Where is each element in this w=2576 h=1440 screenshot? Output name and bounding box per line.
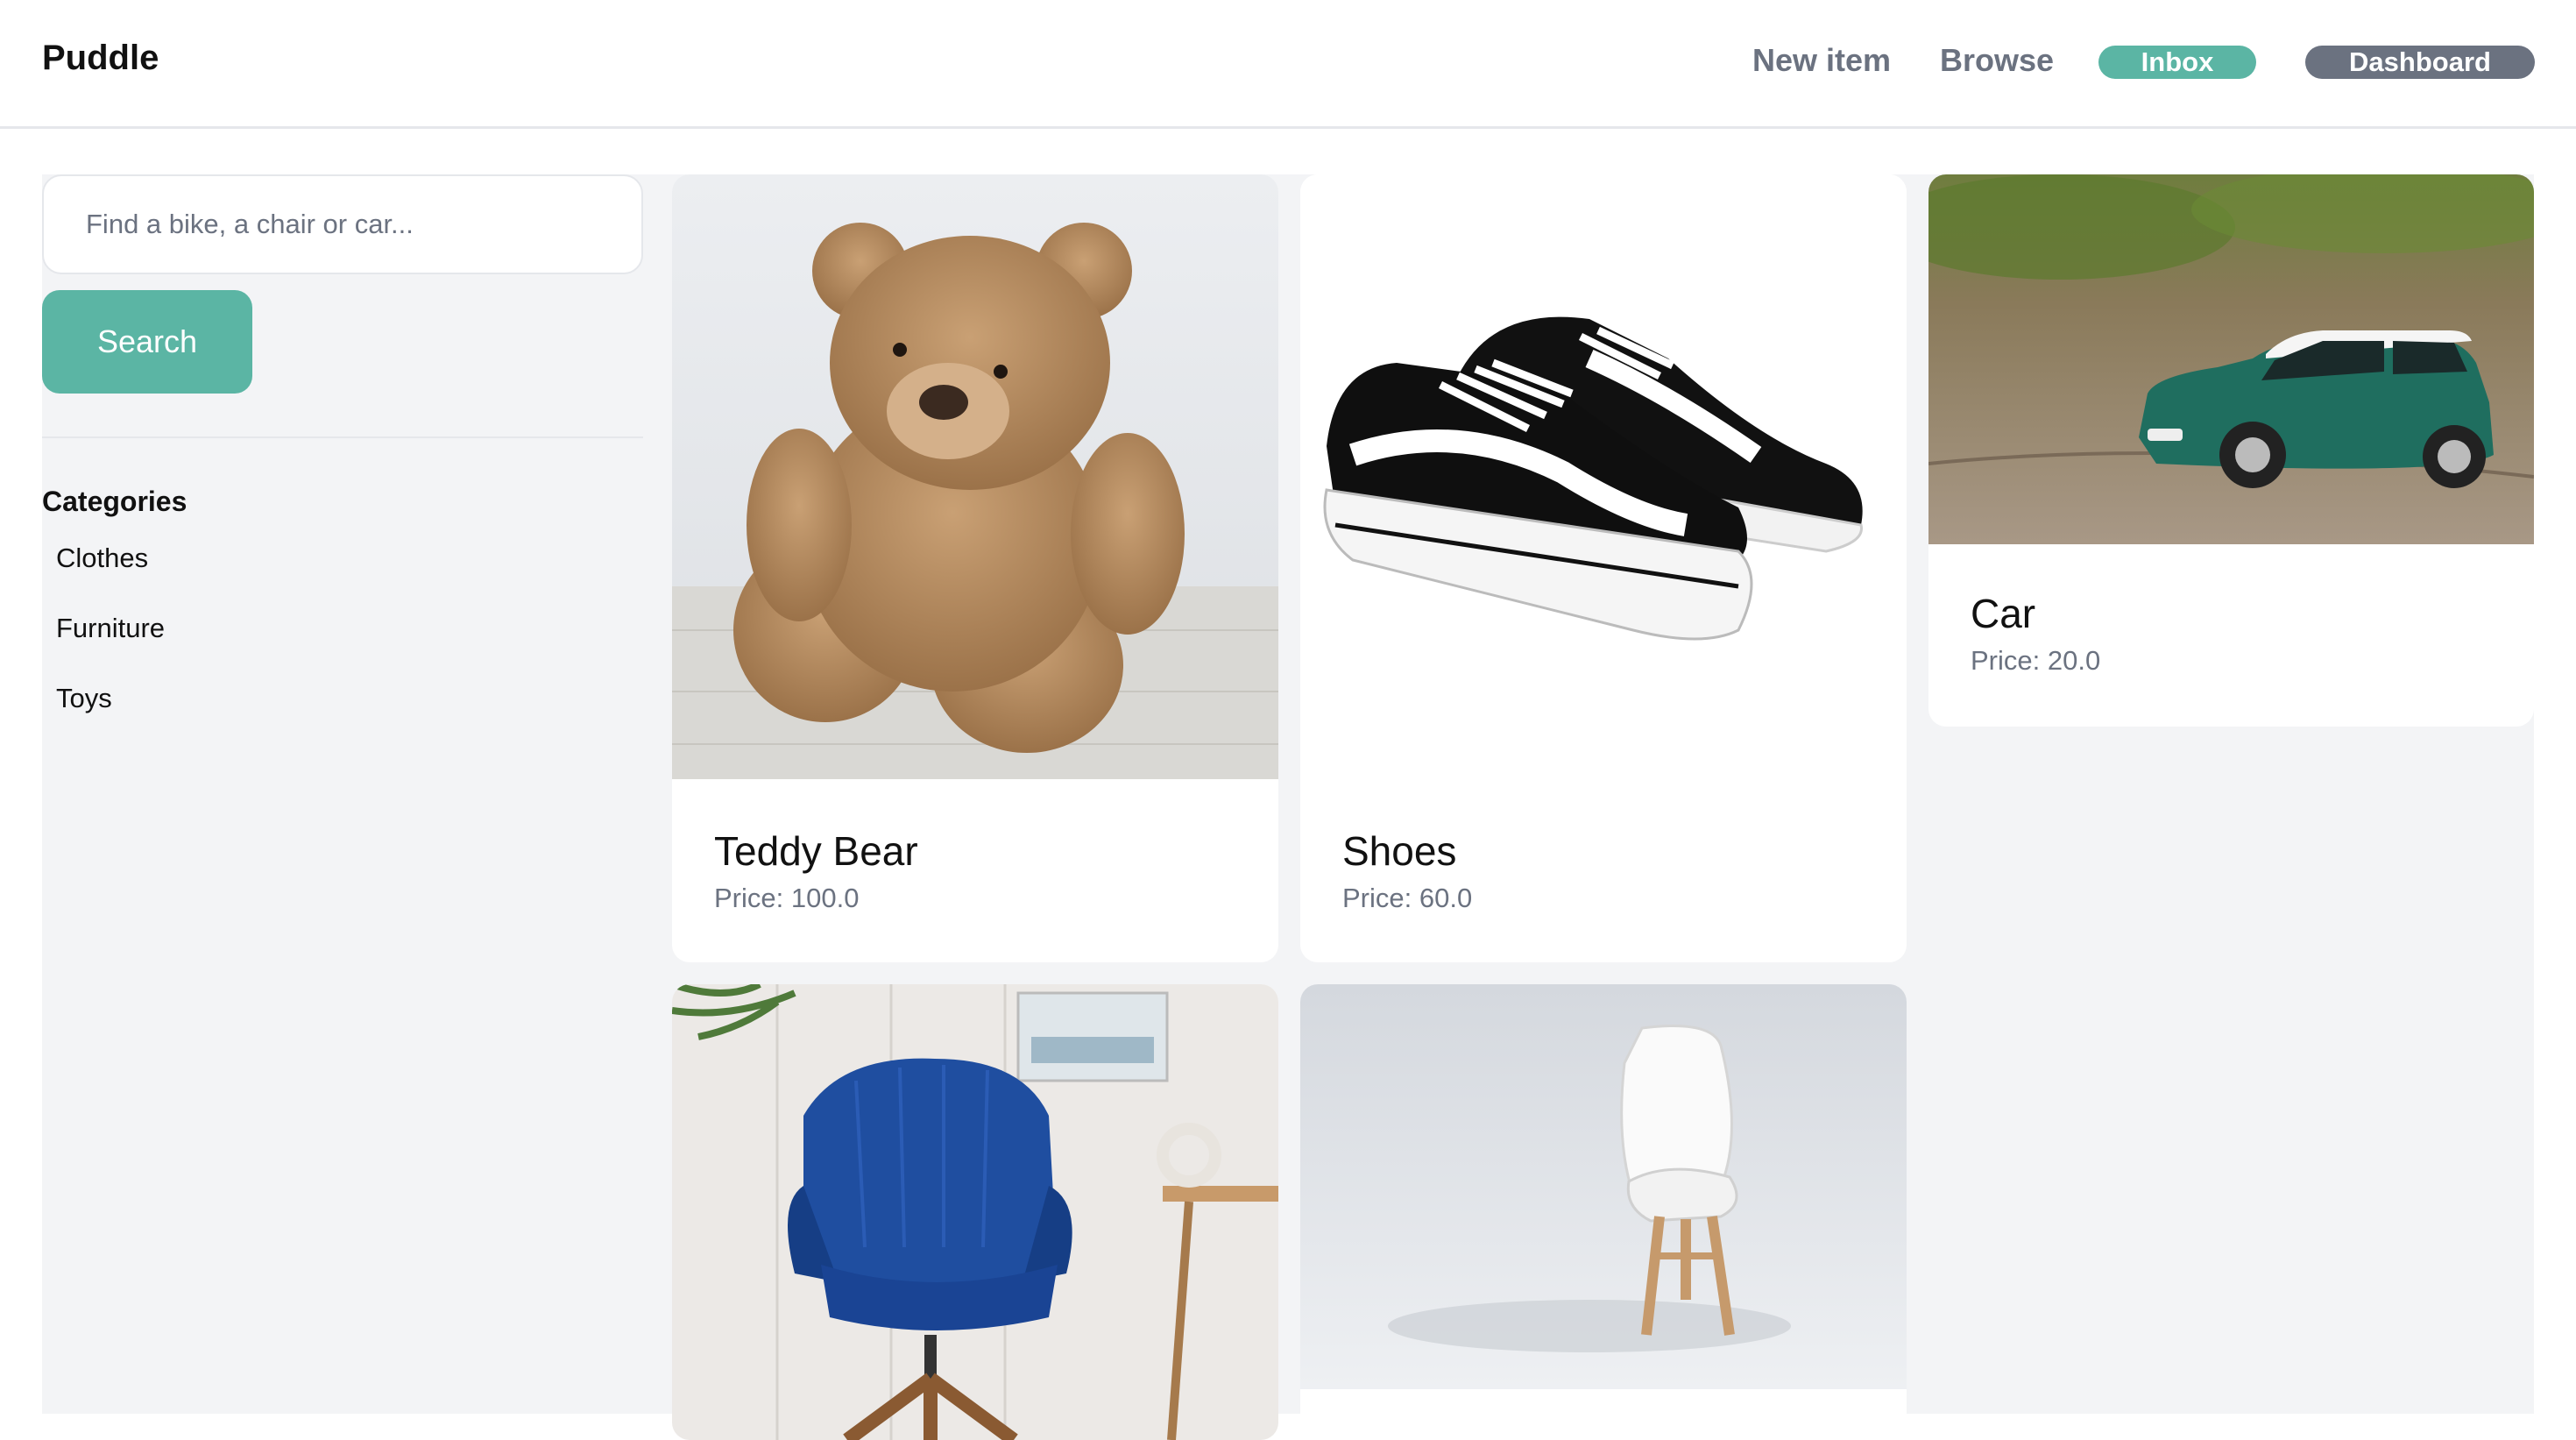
item-title: Shoes [1342, 828, 1457, 874]
search-input[interactable]: Find a bike, a chair or car... [42, 174, 643, 274]
search-button[interactable]: Search [42, 290, 252, 394]
item-card-white-chair[interactable] [1300, 984, 1907, 1440]
white-chair-image [1300, 984, 1907, 1389]
categories-heading: Categories [42, 486, 188, 517]
item-price: Price: 60.0 [1342, 883, 1473, 913]
nav-new-item-link[interactable]: New item [1752, 42, 1891, 79]
item-title: Car [1971, 591, 2036, 636]
category-clothes[interactable]: Clothes [56, 543, 148, 574]
nav-inbox-button[interactable]: Inbox [2098, 46, 2256, 79]
blue-armchair-image [672, 984, 1278, 1440]
navbar: Puddle New item Browse Inbox Dashboard [0, 0, 2576, 129]
sneakers-image [1300, 174, 1907, 779]
nav-browse-link[interactable]: Browse [1940, 42, 2054, 79]
item-title: Teddy Bear [714, 828, 918, 874]
nav-dashboard-button[interactable]: Dashboard [2305, 46, 2535, 79]
category-toys[interactable]: Toys [56, 683, 112, 714]
item-price: Price: 100.0 [714, 883, 860, 913]
toy-car-image [1928, 174, 2534, 544]
item-card-car[interactable]: Car Price: 20.0 [1928, 174, 2534, 727]
item-card-shoes[interactable]: Shoes Price: 60.0 [1300, 174, 1907, 962]
category-furniture[interactable]: Furniture [56, 613, 165, 644]
item-card-armchair[interactable] [672, 984, 1278, 1440]
sidebar-divider [42, 436, 643, 438]
item-card-teddy-bear[interactable]: Teddy Bear Price: 100.0 [672, 174, 1278, 962]
item-price: Price: 20.0 [1971, 645, 2101, 676]
brand-logo[interactable]: Puddle [42, 39, 159, 78]
teddy-bear-image [672, 174, 1278, 779]
main-panel: Find a bike, a chair or car... Search Ca… [42, 174, 2534, 1440]
